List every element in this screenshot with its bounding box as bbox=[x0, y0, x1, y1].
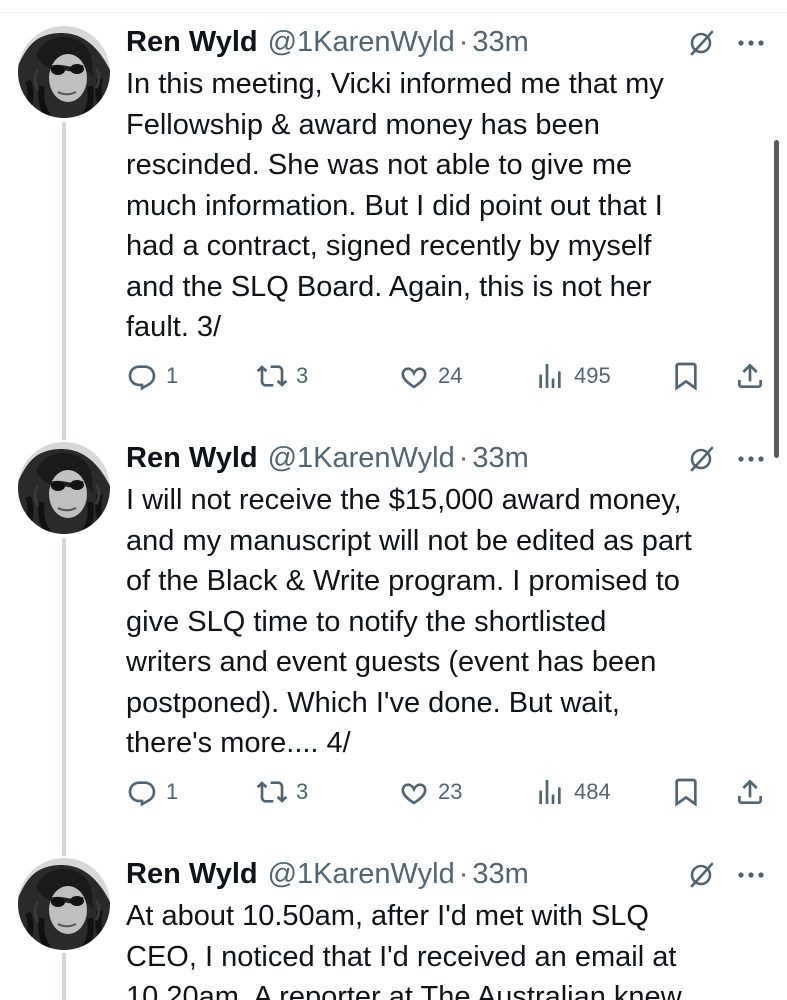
three-dots-icon[interactable] bbox=[734, 860, 768, 890]
tweet-text-line: and my manuscript will not be edited as … bbox=[126, 524, 692, 557]
views-button[interactable]: 495 bbox=[534, 356, 611, 396]
tweet-text-line: and the SLQ Board. Again, this is not he… bbox=[126, 270, 652, 303]
tweet-text-line: 10.20am. A reporter at The Australian kn… bbox=[126, 981, 682, 1000]
separator-dot: · bbox=[458, 442, 469, 474]
three-dots-icon[interactable] bbox=[734, 28, 768, 58]
separator-dot: · bbox=[458, 26, 469, 58]
view-count: 484 bbox=[574, 779, 611, 804]
tweet-text-line: At about 10.50am, after I'd met with SLQ bbox=[126, 900, 649, 932]
tweet-header: Ren Wyld @1KarenWyld · 33m bbox=[126, 438, 529, 478]
tweet-text-line: postponed). Which I've done. But wait, bbox=[126, 686, 620, 719]
bookmark-icon bbox=[670, 776, 702, 808]
repost-button[interactable]: 3 bbox=[256, 356, 308, 396]
timestamp[interactable]: 33m bbox=[472, 438, 528, 478]
author-handle[interactable]: @1KarenWyld bbox=[268, 22, 455, 62]
repost-arrows-icon bbox=[256, 360, 288, 392]
heart-icon bbox=[398, 776, 430, 808]
tweet-text: I will not receive the $15,000 award mon… bbox=[126, 480, 766, 764]
tweet-text-line: of the Black & Write program. I promised… bbox=[126, 565, 680, 597]
share-upload-icon bbox=[734, 776, 766, 808]
like-count: 23 bbox=[438, 779, 463, 804]
reply-count: 1 bbox=[166, 363, 179, 388]
speech-bubble-icon bbox=[126, 776, 158, 808]
views-button[interactable]: 484 bbox=[534, 772, 611, 812]
tweet-text-line: rescinded. She was not able to give me bbox=[126, 149, 633, 181]
tweet-text-line: had a contract, signed recently by mysel… bbox=[126, 230, 652, 262]
bookmark-icon bbox=[670, 360, 702, 392]
tweet-text-line: fault. 3/ bbox=[126, 311, 222, 343]
reply-button[interactable]: 1 bbox=[126, 772, 178, 812]
bar-chart-icon bbox=[534, 360, 566, 392]
timestamp[interactable]: 33m bbox=[472, 854, 528, 894]
author-name[interactable]: Ren Wyld bbox=[126, 854, 258, 894]
author-handle[interactable]: @1KarenWyld bbox=[268, 438, 455, 478]
scrollbar[interactable] bbox=[774, 140, 779, 458]
like-count: 24 bbox=[438, 363, 463, 388]
like-button[interactable]: 24 bbox=[398, 356, 462, 396]
share-upload-icon bbox=[734, 360, 766, 392]
grok-slash-icon[interactable] bbox=[686, 28, 716, 58]
repost-count: 3 bbox=[296, 779, 309, 804]
bookmark-button[interactable] bbox=[670, 356, 702, 396]
bar-chart-icon bbox=[534, 776, 566, 808]
like-button[interactable]: 23 bbox=[398, 772, 462, 812]
avatar[interactable] bbox=[18, 858, 110, 950]
avatar[interactable] bbox=[18, 442, 110, 534]
tweet-text: In this meeting, Vicki informed me that … bbox=[126, 64, 766, 348]
tweet-header: Ren Wyld @1KarenWyld · 33m bbox=[126, 22, 529, 62]
reply-button[interactable]: 1 bbox=[126, 356, 178, 396]
tweet-header: Ren Wyld @1KarenWyld · 33m bbox=[126, 854, 529, 894]
tweet-text-line: writers and event guests (event has been bbox=[126, 646, 657, 678]
separator-dot: · bbox=[458, 858, 469, 890]
tweet-text-line: give SLQ time to notify the shortlisted bbox=[126, 605, 607, 638]
repost-arrows-icon bbox=[256, 776, 288, 808]
tweet[interactable]: Ren Wyld @1KarenWyld · 33m At about 10.5… bbox=[0, 832, 787, 1000]
author-handle[interactable]: @1KarenWyld bbox=[268, 854, 455, 894]
bookmark-button[interactable] bbox=[670, 772, 702, 812]
heart-icon bbox=[398, 360, 430, 392]
tweet[interactable]: Ren Wyld @1KarenWyld · 33m In this meeti… bbox=[0, 0, 787, 415]
tweet-text-line: much information. But I did point out th… bbox=[126, 189, 663, 222]
share-button[interactable] bbox=[734, 356, 766, 396]
grok-slash-icon[interactable] bbox=[686, 860, 716, 890]
repost-button[interactable]: 3 bbox=[256, 772, 308, 812]
tweet[interactable]: Ren Wyld @1KarenWyld · 33m I will not re… bbox=[0, 416, 787, 831]
view-count: 495 bbox=[574, 363, 611, 388]
author-name[interactable]: Ren Wyld bbox=[126, 438, 258, 478]
action-bar: 1 3 23 484 bbox=[126, 772, 776, 812]
reply-count: 1 bbox=[166, 779, 179, 804]
timestamp[interactable]: 33m bbox=[472, 22, 528, 62]
share-button[interactable] bbox=[734, 772, 766, 812]
author-name[interactable]: Ren Wyld bbox=[126, 22, 258, 62]
tweet-text-line: Fellowship & award money has been bbox=[126, 108, 600, 141]
avatar[interactable] bbox=[18, 26, 110, 118]
tweet-text-line: In this meeting, Vicki informed me that … bbox=[126, 68, 664, 100]
tweet-text-line: there's more.... 4/ bbox=[126, 727, 351, 759]
tweet-text-line: I will not receive the $15,000 award mon… bbox=[126, 484, 682, 516]
tweet-text: At about 10.50am, after I'd met with SLQ… bbox=[126, 896, 766, 1000]
repost-count: 3 bbox=[296, 363, 309, 388]
speech-bubble-icon bbox=[126, 360, 158, 392]
action-bar: 1 3 24 495 bbox=[126, 356, 776, 396]
tweet-text-line: CEO, I noticed that I'd received an emai… bbox=[126, 940, 677, 973]
grok-slash-icon[interactable] bbox=[686, 444, 716, 474]
three-dots-icon[interactable] bbox=[734, 444, 768, 474]
